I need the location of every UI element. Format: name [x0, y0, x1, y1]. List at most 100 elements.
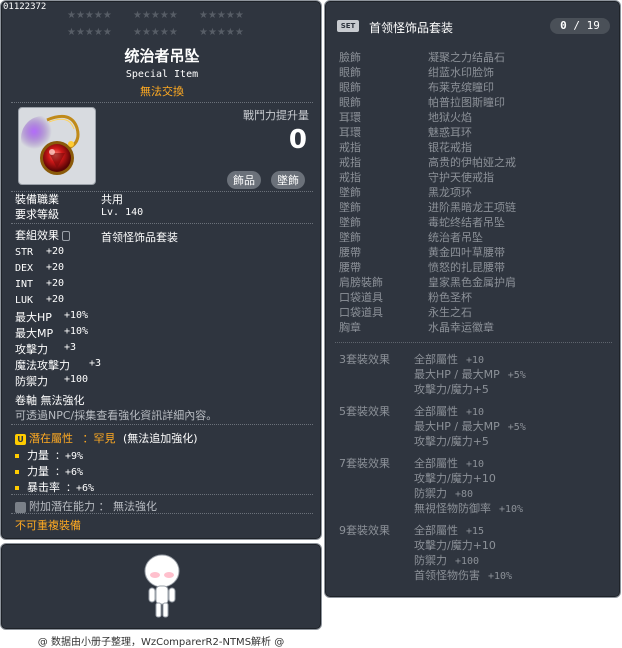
set-item-slot: 戒指 [339, 171, 361, 184]
character-avatar [144, 554, 180, 618]
set-item-name: 黑龙项环 [428, 186, 472, 199]
set-item-row: 耳環 魅惑耳环 [339, 124, 609, 139]
set-effect-stat: 全部屬性 [414, 353, 458, 366]
set-item-row: 眼飾 帕普拉图斯瞳印 [339, 94, 609, 109]
stat-value: +10% [64, 310, 89, 321]
set-item-name: 毒蛇终结者吊坠 [428, 216, 505, 229]
potential-stat: 力量 [27, 449, 49, 462]
set-effect-stat: 攻擊力/魔力+5 [414, 383, 489, 396]
scroll-line: 卷軸 無法強化 [15, 394, 85, 407]
tag-accessory: 飾品 [227, 171, 261, 189]
set-item-slot: 胸章 [339, 321, 361, 334]
set-item-name: 凝聚之力结晶石 [428, 51, 505, 64]
job-label: 裝備職業 [15, 193, 59, 206]
tag-pendant: 墜飾 [271, 171, 305, 189]
set-effect-stat: 全部屬性 [414, 524, 458, 537]
star-group-icon: ★★★★★ [133, 27, 178, 38]
set-effect-line: 全部屬性 +10 [414, 403, 484, 419]
stat-label: 魔法攻擊力 [15, 359, 70, 372]
set-item-slot: 耳環 [339, 111, 361, 124]
potential-line: 力量 ：+9% [15, 447, 83, 463]
set-effect-stat: 攻擊力/魔力+5 [414, 435, 489, 448]
level-label: 要求等級 [15, 208, 59, 221]
set-effect-line: 攻擊力/魔力+10 [414, 537, 496, 553]
set-count: 0 / 19 [550, 18, 610, 34]
set-count-owned: 0 [560, 19, 567, 32]
item-subtitle: Special Item [125, 69, 199, 80]
set-item-name: 绀蓝水印脸饰 [428, 66, 494, 79]
stat-value: +20 [46, 294, 65, 305]
set-tooltip-panel: SET 首领怪饰品套装 0 / 19 臉飾 凝聚之力结晶石 眼飾 绀蓝水印脸饰 眼飾 布莱… [324, 0, 621, 598]
divider [11, 494, 313, 495]
unique-equip: 不可重複裝備 [15, 519, 81, 532]
star-force-row-2: ★★★★★ ★★★★★ ★★★★★ [67, 27, 267, 38]
stat-value: +20 [46, 278, 65, 289]
divider [335, 342, 612, 343]
set-effect-value: +10 [466, 407, 485, 418]
set-effect-line: 攻擊力/魔力+10 [414, 470, 496, 486]
stat-value: +3 [64, 342, 77, 353]
set-item-row: 墜飾 黑龙项环 [339, 184, 609, 199]
star-group-icon: ★★★★★ [133, 10, 178, 21]
set-item-row: 耳環 地狱火焰 [339, 109, 609, 124]
bonus-potential-icon [15, 501, 26, 513]
set-item-row: 眼飾 布莱克缤瞳印 [339, 79, 609, 94]
set-item-row: 腰帶 愤怒的扎昆腰带 [339, 259, 609, 274]
stat-row: STR +20 [15, 245, 64, 258]
bullet-icon [15, 454, 19, 458]
set-item-slot: 臉飾 [339, 51, 361, 64]
set-item-row: 臉飾 凝聚之力结晶石 [339, 49, 609, 64]
set-item-row: 墜飾 毒蛇终结者吊坠 [339, 214, 609, 229]
potential-grade-icon: U [15, 433, 26, 445]
stat-label: 最大HP [15, 311, 52, 324]
set-item-name: 永生之石 [428, 306, 472, 319]
set-item-row: 腰帶 黄金四叶草腰带 [339, 244, 609, 259]
set-item-name: 地狱火焰 [428, 111, 472, 124]
set-effect-stat: 首领怪物伤害 [414, 569, 480, 582]
set-item-name: 水晶幸运徽章 [428, 321, 494, 334]
divider [11, 223, 313, 224]
set-item-row: 戒指 银花戒指 [339, 139, 609, 154]
set-effect-value: +10 [466, 355, 485, 366]
stat-label: 防禦力 [15, 375, 48, 388]
set-item-slot: 肩膀裝飾 [339, 276, 383, 289]
star-group-icon: ★★★★★ [67, 27, 112, 38]
star-group-icon: ★★★★★ [199, 10, 244, 21]
set-item-slot: 口袋道具 [339, 306, 383, 319]
set-item-row: 肩膀裝飾 皇家黑色金属护肩 [339, 274, 609, 289]
potential-value: ：+6% [66, 483, 95, 494]
stat-label: INT [15, 279, 34, 290]
set-effect-label: 套組效果 [15, 227, 70, 243]
stat-row: 最大HP +10% [15, 309, 88, 325]
set-item-slot: 腰帶 [339, 246, 361, 259]
set-effect-value: +80 [455, 489, 474, 500]
stat-row: INT +20 [15, 277, 64, 290]
potential-line: 暴击率 ：+6% [15, 479, 94, 495]
set-count-total: 19 [586, 19, 600, 32]
set-item-name: 帕普拉图斯瞳印 [428, 96, 505, 109]
set-item-name: 银花戒指 [428, 141, 472, 154]
bonus-potential-text: 附加潛在能力 ： 無法強化 [29, 500, 157, 513]
set-effect-value: +10 [466, 459, 485, 470]
stat-label: LUK [15, 295, 34, 306]
stat-label: 最大MP [15, 327, 54, 340]
set-item-slot: 墜飾 [339, 201, 361, 214]
item-tooltip-panel: 01122372 ★★★★★ ★★★★★ ★★★★★ ★★★★★ ★★★★★ ★… [0, 0, 322, 540]
set-effect-stat: 攻擊力/魔力+10 [414, 539, 496, 552]
set-item-row: 戒指 高贵的伊帕娅之戒 [339, 154, 609, 169]
set-effect-line: 攻擊力/魔力+5 [414, 381, 489, 397]
set-effect-line: 防禦力 +100 [414, 552, 479, 568]
set-item-name: 粉色圣杯 [428, 291, 472, 304]
set-effect-stat: 最大HP / 最大MP [414, 368, 500, 381]
set-effect-line: 無視怪物防御率 +10% [414, 500, 523, 516]
stat-row: LUK +20 [15, 293, 64, 306]
set-effect-text: 套組效果 [15, 229, 59, 242]
level-value: Lv. 140 [101, 207, 144, 218]
pendant-icon [21, 114, 80, 175]
set-item-row: 口袋道具 粉色圣杯 [339, 289, 609, 304]
divider [11, 513, 313, 514]
footer-credit: @ 数据由小册子整理，WzComparerR2-NTMS解析 @ [37, 637, 285, 648]
bullet-icon [15, 486, 19, 490]
stat-value: +20 [46, 246, 65, 257]
set-effect-value: +15 [466, 526, 485, 537]
